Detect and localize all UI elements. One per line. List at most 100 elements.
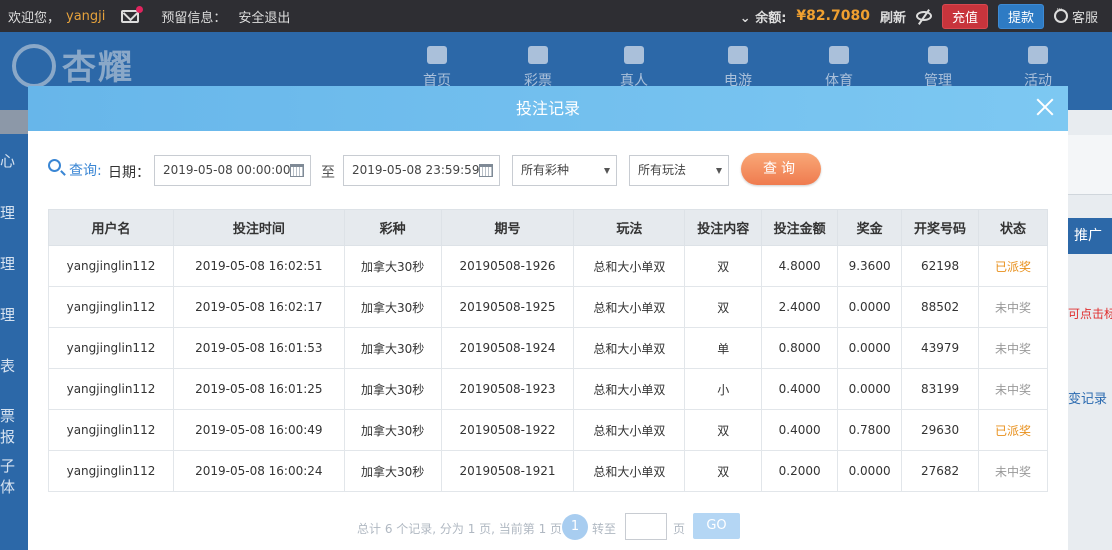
cell-prize: 0.0000 — [837, 368, 903, 410]
table-row[interactable]: yangjinglin112 2019-05-08 16:02:51 加拿大30… — [48, 245, 1048, 287]
cell-draw-number: 83199 — [901, 368, 980, 410]
go-button[interactable]: GO — [693, 513, 740, 539]
withdraw-button[interactable]: 提款 — [997, 3, 1044, 29]
nav-home[interactable]: 首页 — [407, 46, 467, 90]
nav-live[interactable]: 真人 — [604, 46, 664, 90]
nav-lottery[interactable]: 彩票 — [508, 46, 568, 90]
trophy-icon — [829, 46, 849, 64]
cell-username: yangjinglin112 — [48, 450, 174, 492]
status-badge: 未中奖 — [978, 450, 1048, 492]
cell-draw-number: 29630 — [901, 409, 980, 451]
start-date-input[interactable]: 2019-05-08 00:00:00 — [154, 155, 311, 186]
calendar-icon[interactable] — [290, 164, 304, 177]
cell-bet-time: 2019-05-08 16:00:24 — [172, 450, 345, 492]
table-row[interactable]: yangjinglin112 2019-05-08 16:00:24 加拿大30… — [48, 450, 1048, 492]
table-row[interactable]: yangjinglin112 2019-05-08 16:01:53 加拿大30… — [48, 327, 1048, 369]
promotion-tab[interactable]: 推广 — [1068, 218, 1112, 254]
balance-value: ¥82.7080 — [796, 8, 870, 24]
sidebar-item[interactable]: 表 — [0, 355, 28, 376]
cell-amount: 0.4000 — [761, 368, 839, 410]
close-icon[interactable] — [1034, 96, 1056, 118]
cell-play: 总和大小单双 — [573, 245, 686, 287]
table-row[interactable]: yangjinglin112 2019-05-08 16:01:25 加拿大30… — [48, 368, 1048, 410]
cell-content: 双 — [684, 286, 763, 328]
mail-icon[interactable] — [121, 5, 144, 23]
cell-bet-time: 2019-05-08 16:02:17 — [172, 286, 345, 328]
customer-service-button[interactable]: 客服 — [1053, 5, 1098, 26]
cell-issue: 20190508-1925 — [440, 286, 575, 328]
cell-prize: 0.7800 — [837, 409, 903, 451]
sidebar-item[interactable]: 理 — [0, 202, 28, 223]
cell-content: 双 — [684, 245, 763, 287]
refresh-button[interactable]: 刷新 — [880, 7, 906, 26]
cell-bet-time: 2019-05-08 16:01:53 — [172, 327, 345, 369]
page-number-current[interactable]: 1 — [562, 514, 588, 540]
col-username: 用户名 — [48, 209, 174, 246]
status-badge: 已派奖 — [978, 409, 1048, 451]
table-row[interactable]: yangjinglin112 2019-05-08 16:02:17 加拿大30… — [48, 286, 1048, 328]
slot-machine-icon — [728, 46, 748, 64]
nav-sports[interactable]: 体育 — [809, 46, 869, 90]
col-play: 玩法 — [573, 209, 686, 246]
site-logo[interactable]: 杏耀 — [62, 40, 134, 89]
top-bar: 欢迎您， yangji 预留信息： 安全退出 ⌄ 余额: ¥82.7080 刷新… — [0, 0, 1112, 32]
cell-play: 总和大小单双 — [573, 286, 686, 328]
dealer-icon — [624, 46, 644, 64]
gift-icon — [1028, 46, 1048, 64]
cell-username: yangjinglin112 — [48, 409, 174, 451]
sidebar-item[interactable]: 票报 — [0, 405, 28, 447]
cell-prize: 0.0000 — [837, 286, 903, 328]
cell-lottery: 加拿大30秒 — [343, 409, 442, 451]
nav-manage[interactable]: 管理 — [908, 46, 968, 90]
cell-lottery: 加拿大30秒 — [343, 368, 442, 410]
logout-link[interactable]: 安全退出 — [238, 7, 290, 26]
query-button[interactable]: 查询 — [741, 153, 821, 185]
cell-content: 单 — [684, 327, 763, 369]
cell-username: yangjinglin112 — [48, 245, 174, 287]
col-content: 投注内容 — [684, 209, 763, 246]
table-row[interactable]: yangjinglin112 2019-05-08 16:00:49 加拿大30… — [48, 409, 1048, 451]
cell-play: 总和大小单双 — [573, 368, 686, 410]
cell-prize: 9.3600 — [837, 245, 903, 287]
search-icon — [48, 159, 61, 172]
hide-balance-icon[interactable] — [915, 11, 932, 21]
nav-promotions[interactable]: 活动 — [1008, 46, 1068, 90]
cell-amount: 4.8000 — [761, 245, 839, 287]
chat-icon — [1053, 5, 1068, 23]
status-badge: 未中奖 — [978, 327, 1048, 369]
pagination: 总计 6 个记录, 分为 1 页, 当前第 1 页 1 转至 页 GO — [28, 513, 1068, 541]
cell-play: 总和大小单双 — [573, 327, 686, 369]
cell-prize: 0.0000 — [837, 450, 903, 492]
cell-username: yangjinglin112 — [48, 368, 174, 410]
col-amount: 投注金额 — [761, 209, 839, 246]
recharge-button[interactable]: 充值 — [941, 3, 988, 29]
users-icon — [928, 46, 948, 64]
cell-play: 总和大小单双 — [573, 450, 686, 492]
nav-slots[interactable]: 电游 — [708, 46, 768, 90]
cell-draw-number: 88502 — [901, 286, 980, 328]
end-date-input[interactable]: 2019-05-08 23:59:59 — [343, 155, 500, 186]
background-panel — [1068, 135, 1112, 195]
chevron-down-icon — [716, 168, 722, 174]
query-label: 查询: — [69, 163, 102, 179]
sidebar-item[interactable]: 心 — [0, 150, 28, 171]
sidebar-item[interactable]: 理 — [0, 253, 28, 274]
modal-header: 投注记录 — [28, 86, 1068, 131]
cell-lottery: 加拿大30秒 — [343, 245, 442, 287]
lottery-type-select[interactable]: 所有彩种 — [512, 155, 617, 186]
date-label: 日期： — [108, 165, 150, 181]
calendar-icon[interactable] — [479, 164, 493, 177]
play-type-select[interactable]: 所有玩法 — [629, 155, 729, 186]
sidebar-item[interactable]: 理 — [0, 304, 28, 325]
col-status: 状态 — [978, 209, 1048, 246]
col-prize: 奖金 — [837, 209, 903, 246]
sidebar-item[interactable]: 子体 — [0, 455, 28, 497]
sidebar-strip — [0, 110, 28, 134]
bet-records-table: 用户名 投注时间 彩种 期号 玩法 投注内容 投注金额 奖金 开奖号码 状态 y… — [48, 209, 1048, 492]
cell-bet-time: 2019-05-08 16:01:25 — [172, 368, 345, 410]
cell-issue: 20190508-1926 — [440, 245, 575, 287]
cell-lottery: 加拿大30秒 — [343, 327, 442, 369]
background-link[interactable]: 变记录 — [1068, 388, 1107, 407]
col-lottery: 彩种 — [343, 209, 442, 246]
goto-page-input[interactable] — [625, 513, 667, 540]
